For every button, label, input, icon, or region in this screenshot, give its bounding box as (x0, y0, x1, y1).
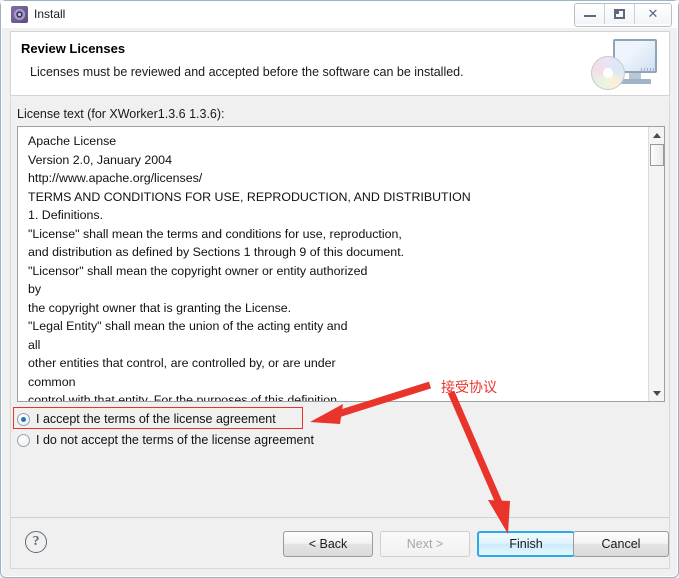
disc-icon (591, 56, 625, 90)
close-icon: ✕ (647, 6, 659, 22)
window-title: Install (34, 7, 66, 21)
radio-decline-label: I do not accept the terms of the license… (36, 433, 314, 447)
license-scrollbar[interactable] (648, 127, 664, 401)
scroll-down-icon (653, 390, 661, 396)
page-title: Review Licenses (21, 41, 126, 56)
finish-button[interactable]: Finish (477, 531, 575, 557)
radio-accept-mark[interactable] (17, 412, 30, 426)
radio-accept-label: I accept the terms of the license agreem… (36, 412, 276, 426)
computer-disc-icon (589, 34, 665, 94)
next-button: Next > (380, 531, 470, 557)
scroll-down-button[interactable] (649, 385, 664, 401)
cancel-button[interactable]: Cancel (573, 531, 669, 557)
license-text-box[interactable]: Apache License Version 2.0, January 2004… (17, 126, 665, 402)
scrollbar-thumb[interactable] (650, 144, 664, 166)
license-text-label: License text (for XWorker1.3.6 1.3.6): (17, 107, 225, 121)
title-bar: Install ✕ (1, 1, 678, 28)
page-subtitle: Licenses must be reviewed and accepted b… (30, 65, 464, 79)
wizard-footer: ? < Back Next > Finish Cancel (10, 517, 670, 569)
maximize-button[interactable] (605, 4, 635, 24)
install-wizard-window: Install ✕ Review Licenses Licenses must … (0, 0, 679, 578)
wizard-content: License text (for XWorker1.3.6 1.3.6): A… (10, 97, 670, 517)
back-button[interactable]: < Back (283, 531, 373, 557)
window-frame: Install ✕ Review Licenses Licenses must … (0, 0, 679, 578)
radio-accept-license[interactable]: I accept the terms of the license agreem… (17, 409, 276, 429)
gear-icon-glyph (13, 8, 26, 21)
scroll-up-icon (653, 132, 661, 138)
help-button[interactable]: ? (25, 531, 47, 553)
window-controls: ✕ (574, 3, 672, 27)
license-text-content: Apache License Version 2.0, January 2004… (28, 134, 471, 402)
annotation-label: 接受协议 (441, 380, 497, 396)
restore-icon (614, 9, 625, 19)
monitor-base-icon (619, 79, 651, 84)
minimize-icon (583, 12, 596, 17)
gear-icon (11, 6, 28, 23)
scroll-up-button[interactable] (649, 127, 664, 143)
radio-decline-mark[interactable] (17, 433, 30, 447)
minimize-button[interactable] (575, 4, 605, 24)
monitor-vents-icon (641, 68, 655, 72)
radio-decline-license[interactable]: I do not accept the terms of the license… (17, 430, 314, 450)
close-button[interactable]: ✕ (635, 4, 671, 24)
wizard-header: Review Licenses Licenses must be reviewe… (10, 31, 670, 96)
